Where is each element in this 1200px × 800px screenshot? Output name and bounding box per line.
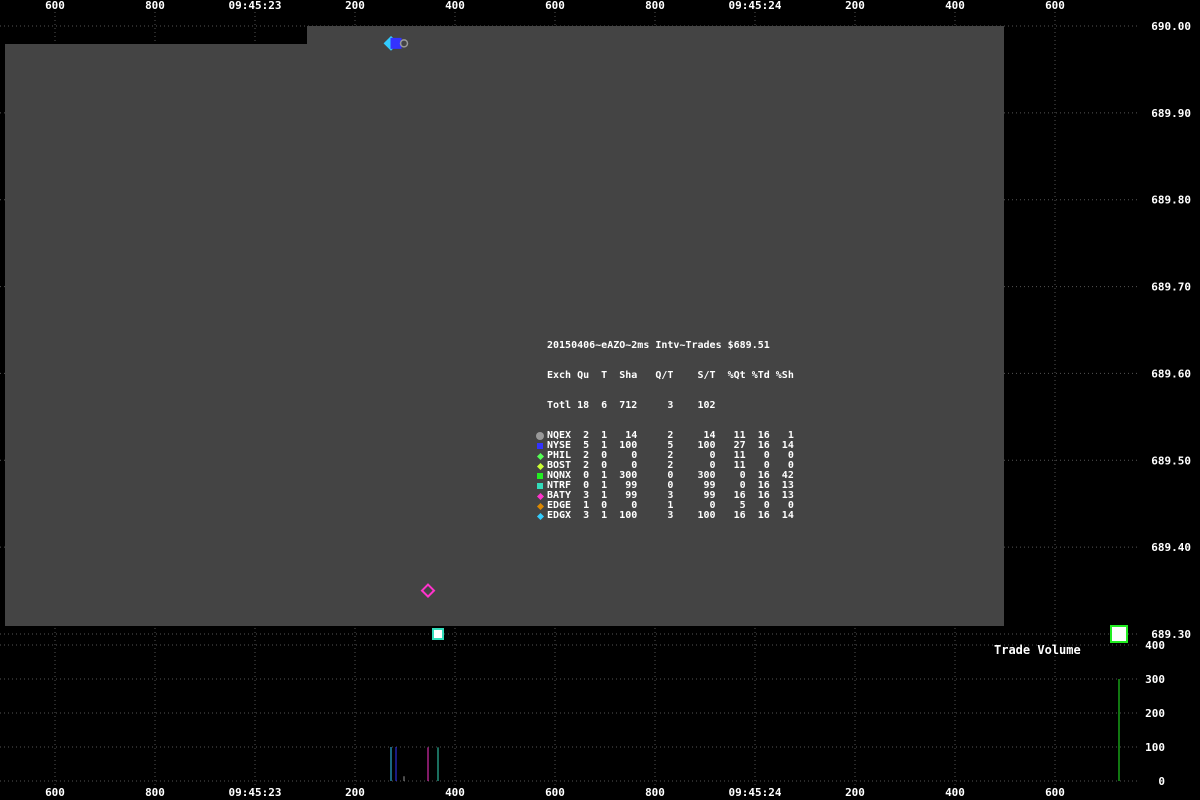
top-time-axis: 600 800 09:45:23 200 400 600 800 09:45:24 200 400… — [45, 0, 1065, 12]
volume-tick-label: 200 — [1145, 707, 1165, 720]
diamond-marker-icon — [533, 491, 547, 501]
volume-tick-label: 400 — [1145, 639, 1165, 652]
bottom-tick-label: 09:45:24 — [729, 786, 782, 799]
square-marker-icon — [533, 441, 547, 451]
price-tick-label: 690.00 — [1151, 20, 1191, 33]
bottom-tick-label: 400 — [445, 786, 465, 799]
bottom-tick-label: 200 — [845, 786, 865, 799]
stats-header: Exch Qu T Sha Q/T S/T %Qt %Td %Sh — [547, 370, 794, 381]
top-tick-label: 600 — [1045, 0, 1065, 12]
volume-axis: 400 300 200 100 0 — [1145, 639, 1165, 788]
bottom-tick-label: 600 — [45, 786, 65, 799]
trade-point-nqnx — [1110, 625, 1128, 643]
top-tick-label: 600 — [45, 0, 65, 12]
bottom-tick-label: 800 — [645, 786, 665, 799]
top-tick-label: 800 — [645, 0, 665, 12]
top-tick-label: 200 — [845, 0, 865, 12]
top-tick-label: 400 — [445, 0, 465, 12]
price-tick-label: 689.90 — [1151, 107, 1191, 120]
bottom-tick-label: 200 — [345, 786, 365, 799]
stats-title: 20150406~eAZO~2ms Intv~Trades $689.51 — [547, 340, 770, 351]
volume-tick-label: 0 — [1158, 775, 1165, 788]
square-marker-icon — [533, 471, 547, 481]
diamond-marker-icon — [533, 461, 547, 471]
price-tick-label: 689.50 — [1151, 454, 1191, 467]
price-tick-label: 689.70 — [1151, 281, 1191, 294]
stats-row: EDGX 3 1 100 3 100 16 16 14 — [533, 511, 794, 521]
top-tick-label: 200 — [345, 0, 365, 12]
price-panel-background-top — [307, 26, 1004, 46]
bottom-tick-label: 09:45:23 — [229, 786, 282, 799]
square-marker-icon — [533, 481, 547, 491]
bottom-tick-label: 600 — [1045, 786, 1065, 799]
circle-marker-icon — [533, 431, 547, 441]
diamond-marker-icon — [533, 501, 547, 511]
bottom-tick-label: 400 — [945, 786, 965, 799]
bottom-tick-label: 800 — [145, 786, 165, 799]
top-tick-label: 09:45:24 — [729, 0, 782, 12]
volume-tick-label: 100 — [1145, 741, 1165, 754]
top-tick-label: 800 — [145, 0, 165, 12]
bottom-tick-label: 600 — [545, 786, 565, 799]
stats-row-text: EDGX 3 1 100 3 100 16 16 14 — [547, 510, 794, 521]
diamond-marker-icon — [533, 511, 547, 521]
volume-tick-label: 300 — [1145, 673, 1165, 686]
stats-total: Totl 18 6 712 3 102 — [547, 400, 716, 411]
price-tick-label: 689.60 — [1151, 367, 1191, 380]
price-axis: 690.00 689.90 689.80 689.70 689.60 689.50 689.… — [1151, 20, 1191, 641]
price-panel-background — [5, 44, 1004, 626]
top-tick-label: 400 — [945, 0, 965, 12]
trade-point-nyse — [390, 37, 402, 49]
exchange-stats-table: 20150406~eAZO~2ms Intv~Trades $689.51 Ex… — [533, 321, 794, 531]
price-tick-label: 689.80 — [1151, 194, 1191, 207]
top-tick-label: 09:45:23 — [229, 0, 282, 12]
bottom-time-axis: 600 800 09:45:23 200 400 600 800 09:45:24 200 400… — [45, 786, 1065, 799]
price-tick-label: 689.40 — [1151, 541, 1191, 554]
volume-bars — [390, 679, 1120, 781]
top-tick-label: 600 — [545, 0, 565, 12]
volume-axis-title: Trade Volume — [994, 643, 1081, 657]
trade-point-ntrf — [432, 628, 444, 640]
diamond-marker-icon — [533, 451, 547, 461]
